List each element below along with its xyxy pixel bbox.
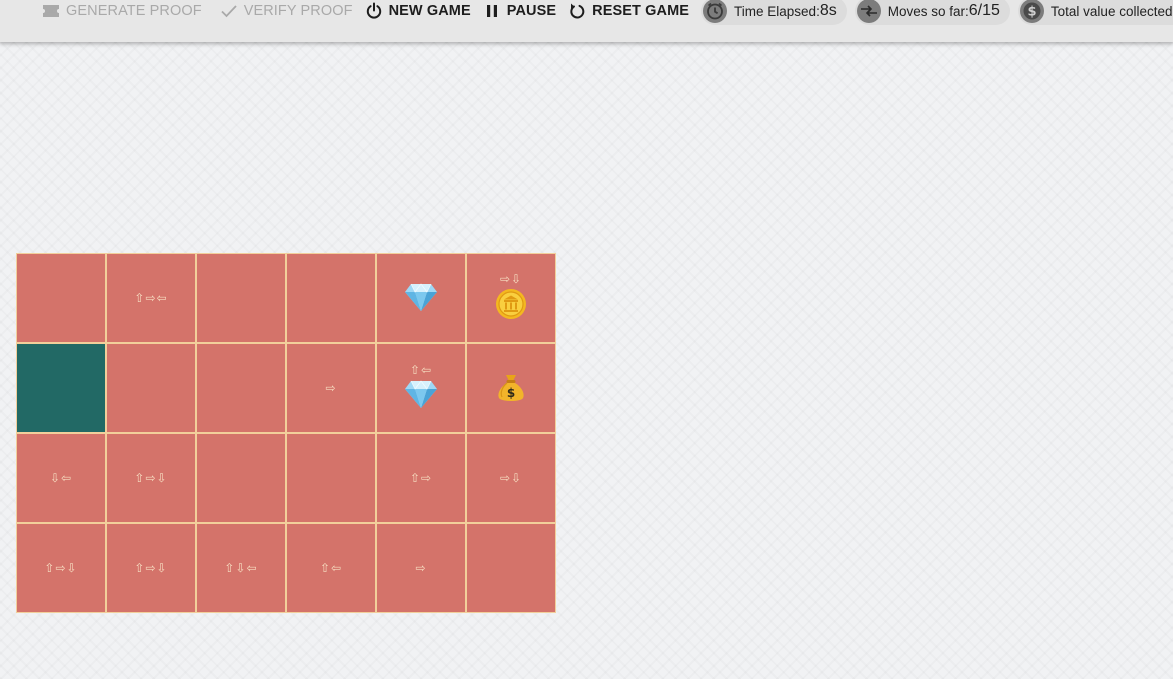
board-cell[interactable]: [286, 253, 376, 343]
verify-proof-button[interactable]: VERIFY PROOF: [214, 0, 359, 26]
board-cell[interactable]: ⇧⇨⇩: [106, 523, 196, 613]
cell-arrows: ⇨: [325, 381, 337, 395]
cell-arrows: ⇧⇨: [409, 471, 433, 485]
board-cell[interactable]: ⇧⇦: [376, 343, 466, 433]
board-cell[interactable]: ⇧⇨⇩: [106, 433, 196, 523]
cell-arrows: ⇧⇩⇦: [224, 561, 258, 575]
moves-chip: Moves so far: 6/15: [854, 0, 1010, 25]
toolbar-inner: GENERATE PROOF VERIFY PROOF NEW GAME PAU…: [0, 0, 1173, 26]
cell-arrows: ⇧⇨⇩: [44, 561, 78, 575]
pause-label: PAUSE: [506, 3, 557, 19]
board-cell[interactable]: ⇨: [376, 523, 466, 613]
new-game-label: NEW GAME: [388, 3, 471, 19]
generate-proof-button[interactable]: GENERATE PROOF: [36, 0, 208, 26]
check-icon: [220, 2, 238, 20]
new-game-button[interactable]: NEW GAME: [359, 0, 477, 26]
cell-arrows: ⇧⇨⇩: [134, 561, 168, 575]
cell-arrows: ⇨⇩: [499, 272, 523, 286]
pause-icon: [483, 2, 501, 20]
cell-arrows: ⇩⇦: [49, 471, 73, 485]
dollar-icon: $: [1019, 0, 1044, 23]
cell-arrows: ⇨⇩: [499, 471, 523, 485]
moves-label: Moves so far:: [887, 3, 969, 19]
money-bag-icon: $: [494, 370, 528, 408]
board-cell[interactable]: ⇧⇨⇩: [16, 523, 106, 613]
svg-text:$: $: [1027, 5, 1036, 20]
board-cell[interactable]: [196, 343, 286, 433]
total-value-label: Total value collected:: [1050, 3, 1173, 19]
reset-icon: [568, 2, 586, 20]
ticket-icon: [42, 2, 60, 20]
moves-value: 6/15: [968, 2, 1000, 19]
generate-proof-label: GENERATE PROOF: [66, 3, 202, 19]
coin-icon: [495, 288, 527, 324]
board-cell[interactable]: ⇧⇩⇦: [196, 523, 286, 613]
diamond-icon: [404, 282, 438, 316]
time-elapsed-value: 8s: [819, 2, 837, 19]
cell-arrows: ⇨: [415, 561, 427, 575]
player-cell[interactable]: [16, 343, 106, 433]
board-cell[interactable]: ⇨: [286, 343, 376, 433]
board-cell[interactable]: [196, 253, 286, 343]
game-board: ⇧⇨⇦ ⇨⇩ ⇨ ⇧⇦ $ ⇩⇦ ⇧⇨⇩ ⇧⇨ ⇨⇩ ⇧⇨⇩ ⇧⇨⇩ ⇧⇩⇦ ⇧⇦ ⇨: [16, 253, 556, 613]
board-cell[interactable]: $: [466, 343, 556, 433]
cell-arrows: ⇧⇦: [409, 363, 433, 377]
verify-proof-label: VERIFY PROOF: [243, 3, 353, 19]
board-cell[interactable]: ⇨⇩: [466, 433, 556, 523]
reset-game-button[interactable]: RESET GAME: [562, 0, 695, 26]
total-value-chip: $ Total value collected: 50: [1017, 0, 1173, 25]
cell-arrows: ⇧⇨⇩: [134, 471, 168, 485]
compare-arrows-icon: [856, 0, 881, 23]
board-cell[interactable]: ⇩⇦: [16, 433, 106, 523]
cell-arrows: ⇧⇦: [319, 561, 343, 575]
svg-text:$: $: [507, 386, 515, 400]
board-cell[interactable]: ⇧⇨⇦: [106, 253, 196, 343]
board-cell[interactable]: [106, 343, 196, 433]
power-icon: [365, 2, 383, 20]
time-elapsed-label: Time Elapsed:: [734, 3, 820, 19]
board-cell[interactable]: [286, 433, 376, 523]
toolbar: GENERATE PROOF VERIFY PROOF NEW GAME PAU…: [0, 0, 1173, 42]
clock-icon: [703, 0, 728, 23]
board-cell[interactable]: ⇧⇨: [376, 433, 466, 523]
time-elapsed-chip: Time Elapsed: 8s: [701, 0, 847, 25]
board-cell[interactable]: ⇧⇦: [286, 523, 376, 613]
board-cell[interactable]: [376, 253, 466, 343]
pause-button[interactable]: PAUSE: [477, 0, 562, 26]
reset-game-label: RESET GAME: [592, 3, 690, 19]
cell-arrows: ⇧⇨⇦: [134, 291, 168, 305]
board-cell[interactable]: ⇨⇩: [466, 253, 556, 343]
board-cell[interactable]: [466, 523, 556, 613]
board-cell[interactable]: [196, 433, 286, 523]
board-cell[interactable]: [16, 253, 106, 343]
diamond-icon: [404, 379, 438, 413]
